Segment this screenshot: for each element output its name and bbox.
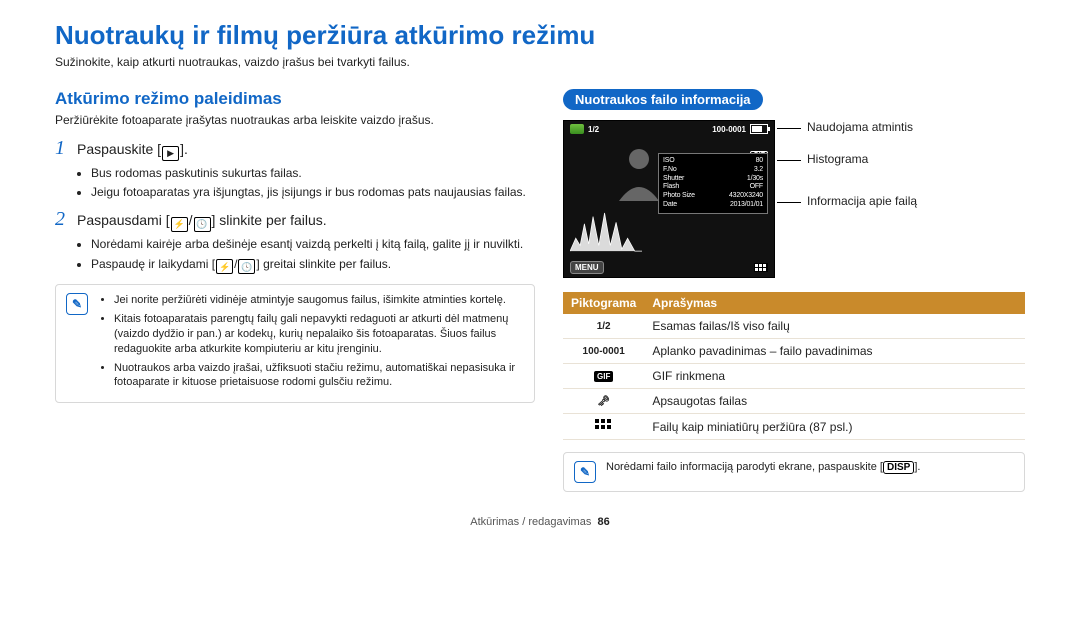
step1-bullet2: Jeigu fotoaparatas yra išjungtas, jis įs…: [91, 184, 535, 200]
disp-button: DISP: [883, 461, 914, 474]
play-icon: ▶: [162, 146, 179, 161]
step2-mid: /: [189, 212, 193, 228]
step-number-2: 2: [55, 208, 77, 231]
section-desc: Peržiūrėkite fotoaparate įrašytas nuotra…: [55, 113, 535, 127]
note-icon: ✎: [66, 293, 88, 315]
disp-note: Norėdami failo informaciją parodyti ekra…: [606, 461, 920, 483]
legend-table: Piktograma Aprašymas 1/2 Esamas failas/I…: [563, 292, 1025, 440]
step1-bullet1: Bus rodomas paskutinis sukurtas failas.: [91, 165, 535, 181]
section-heading: Atkūrimo režimo paleidimas: [55, 89, 535, 109]
flash-icon: ⚡: [216, 259, 233, 274]
memory-icon: [570, 124, 584, 134]
row5-desc: Failų kaip miniatiūrų peržiūra (87 psl.): [644, 414, 1025, 440]
step1-text-post: ].: [180, 141, 188, 157]
step2-bullet2: Paspaudę ir laikydami [⚡/🕓] greitai slin…: [91, 256, 535, 275]
file-counter: 1/2: [588, 125, 599, 134]
thumbnail-icon: [754, 263, 768, 272]
step2-bullet1: Norėdami kairėje arba dešinėje esantį va…: [91, 236, 535, 252]
flash-icon: ⚡: [171, 217, 188, 232]
menu-button: MENU: [570, 261, 604, 274]
callout-histogram: Histograma: [789, 152, 1025, 166]
note3: Nuotraukos arba vaizdo įrašai, užfiksuot…: [114, 361, 524, 391]
histogram: [570, 205, 642, 257]
th-desc: Aprašymas: [644, 292, 1025, 314]
row1-icon: 1/2: [563, 314, 644, 339]
step2-text-pre: Paspausdami [: [77, 212, 170, 228]
footer: Atkūrimas / redagavimas 86: [55, 516, 1025, 528]
timer-icon: 🕓: [238, 259, 255, 274]
timer-icon: 🕓: [194, 217, 211, 232]
row1-desc: Esamas failas/Iš viso failų: [644, 314, 1025, 339]
row5-icon: [563, 414, 644, 440]
th-icon: Piktograma: [563, 292, 644, 314]
page-title: Nuotraukų ir filmų peržiūra atkūrimo rež…: [55, 20, 1025, 51]
pill-heading: Nuotraukos failo informacija: [563, 89, 763, 110]
callout-fileinfo: Informacija apie failą: [789, 194, 1025, 208]
info-panel: ISO80 F.No3.2 Shutter1/30s FlashOFF Phot…: [658, 153, 768, 214]
battery-icon: [750, 124, 768, 134]
row2-desc: Aplanko pavadinimas – failo pavadinimas: [644, 339, 1025, 364]
note2: Kitais fotoaparatais parengtų failų gali…: [114, 312, 524, 357]
step2-text-post: ] slinkite per failus.: [212, 212, 327, 228]
step1-text-pre: Paspauskite [: [77, 141, 161, 157]
row4-icon: 🗝: [563, 389, 644, 414]
row3-icon: GIF: [563, 364, 644, 389]
callout-memory: Naudojama atmintis: [789, 120, 1025, 134]
row3-desc: GIF rinkmena: [644, 364, 1025, 389]
note-icon: ✎: [574, 461, 596, 483]
camera-screen: 1/2 100-0001 GIF 🗝: [563, 120, 775, 278]
row2-icon: 100-0001: [563, 339, 644, 364]
row4-desc: Apsaugotas failas: [644, 389, 1025, 414]
file-number: 100-0001: [712, 125, 746, 134]
page-subtitle: Sužinokite, kaip atkurti nuotraukas, vai…: [55, 55, 1025, 69]
step-number-1: 1: [55, 137, 77, 160]
note1: Jei norite peržiūrėti vidinėje atmintyje…: [114, 293, 524, 308]
